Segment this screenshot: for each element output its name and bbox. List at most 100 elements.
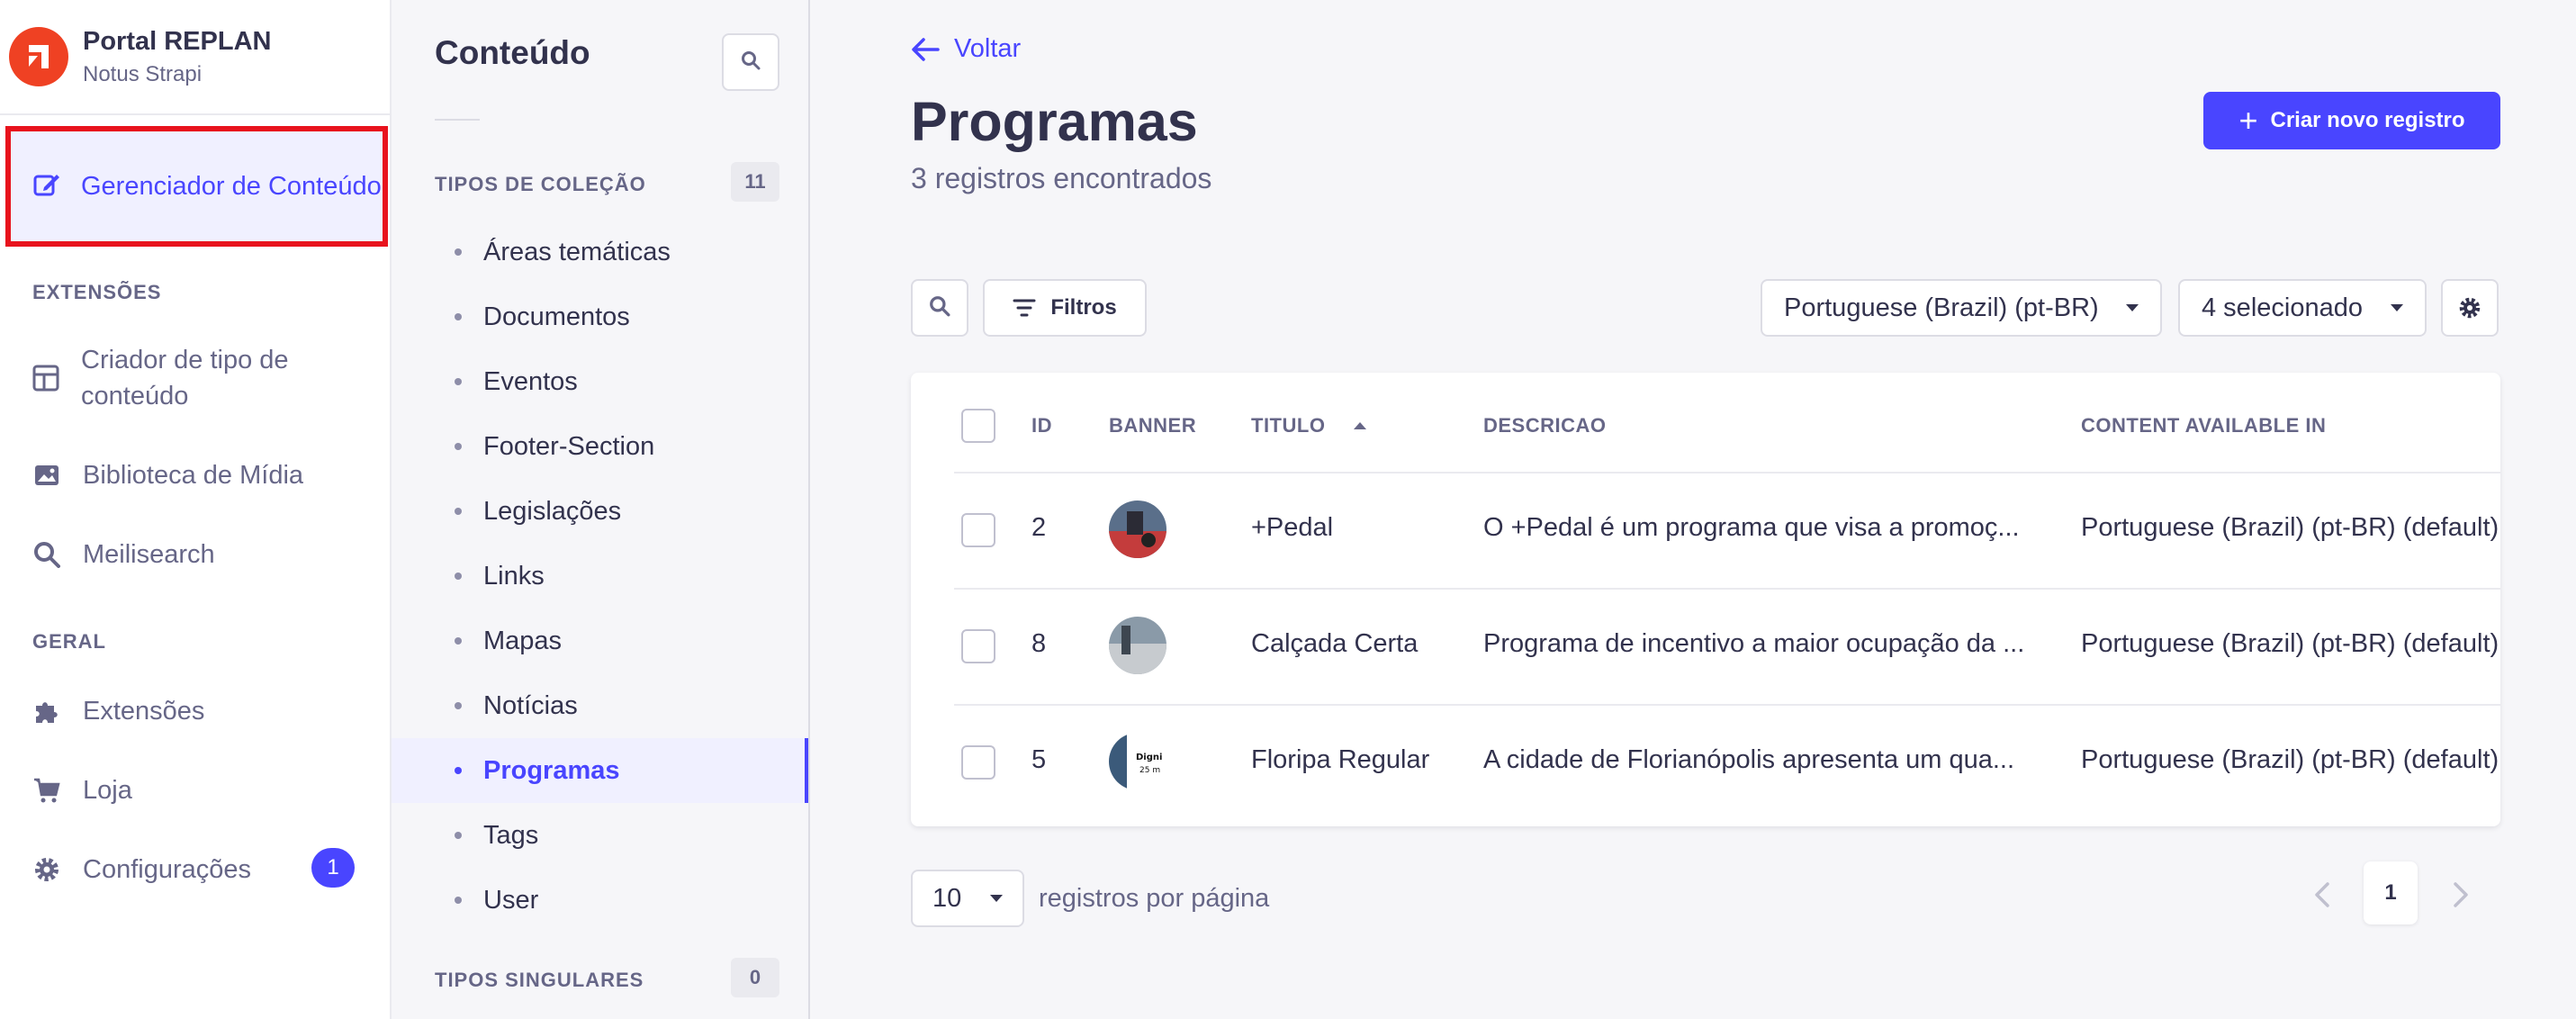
back-link[interactable]: Voltar xyxy=(911,34,1021,64)
image-icon xyxy=(32,461,61,490)
collection-type-item[interactable]: Áreas temáticas xyxy=(392,220,808,284)
next-page-button[interactable] xyxy=(2443,877,2479,913)
table-settings-button[interactable] xyxy=(2441,279,2499,337)
page-size-label: registros por página xyxy=(1039,884,1270,913)
page-title: Programas xyxy=(911,91,1198,152)
collection-type-label: Tags xyxy=(483,820,539,850)
nav-item-label: Extensões xyxy=(83,697,205,726)
collection-type-item[interactable]: Footer-Section xyxy=(392,414,808,479)
previous-page-button[interactable] xyxy=(2304,877,2340,913)
collection-type-item[interactable]: Documentos xyxy=(392,284,808,349)
columns-value: 4 selecionado xyxy=(2202,293,2363,322)
collection-type-label: Legislações xyxy=(483,496,622,526)
collection-type-label: Documentos xyxy=(483,302,630,331)
entries-count: 3 registros encontrados xyxy=(911,162,1212,194)
collection-type-label: Mapas xyxy=(483,626,563,655)
bullet-icon xyxy=(455,248,462,256)
filter-icon xyxy=(1013,299,1036,317)
column-header-titulo[interactable]: TITULO xyxy=(1251,414,1367,437)
collection-types-count: 11 xyxy=(731,162,779,202)
row-checkbox[interactable] xyxy=(961,745,995,780)
sort-ascending-icon xyxy=(1354,422,1367,429)
row-checkbox[interactable] xyxy=(961,629,995,663)
nav-item-plugins[interactable]: Extensões xyxy=(32,693,204,729)
page-size-value: 10 xyxy=(932,883,962,913)
brand-subtitle: Notus Strapi xyxy=(83,61,203,86)
filters-label: Filtros xyxy=(1050,295,1117,320)
page-size-select[interactable]: 10 xyxy=(911,870,1024,927)
search-icon xyxy=(32,540,61,569)
banner-thumbnail xyxy=(1109,500,1166,558)
banner-thumbnail xyxy=(1109,617,1166,674)
puzzle-icon xyxy=(32,697,61,726)
svg-text:Digni: Digni xyxy=(1136,753,1162,762)
collection-type-label: User xyxy=(483,885,539,915)
cell-available-in: Portuguese (Brazil) (pt-BR) (default) xyxy=(2081,513,2499,542)
collection-type-item[interactable]: Legislações xyxy=(392,479,808,544)
nav-section-extensions: EXTENSÕES xyxy=(32,281,162,303)
subnav-search-button[interactable] xyxy=(722,33,779,91)
filters-button[interactable]: Filtros xyxy=(983,279,1147,337)
nav-item-media-library[interactable]: Biblioteca de Mídia xyxy=(32,457,303,493)
bullet-icon xyxy=(455,832,462,839)
cell-descricao: Programa de incentivo a maior ocupação d… xyxy=(1483,629,2025,658)
nav-item-label: Biblioteca de Mídia xyxy=(83,461,304,490)
bullet-icon xyxy=(455,702,462,709)
create-entry-button[interactable]: + Criar novo registro xyxy=(2203,92,2500,149)
bullet-icon xyxy=(455,443,462,450)
table-search-button[interactable] xyxy=(911,279,968,337)
cell-id: 2 xyxy=(1031,513,1047,542)
bullet-icon xyxy=(455,313,462,320)
bullet-icon xyxy=(455,378,462,385)
bullet-icon xyxy=(455,897,462,904)
collection-type-item[interactable]: User xyxy=(392,868,808,933)
nav-item-type-builder[interactable]: Criador de tipo de conteúdo xyxy=(32,342,302,414)
table-row[interactable]: 8 Calçada Certa Programa de incentivo a ma… xyxy=(911,588,2500,704)
nav-item-settings[interactable]: Configurações xyxy=(32,852,251,888)
brand[interactable]: Portal REPLAN Notus Strapi xyxy=(0,0,390,115)
gear-icon xyxy=(32,855,61,884)
locale-value: Portuguese (Brazil) (pt-BR) xyxy=(1784,293,2099,322)
single-types-header: TIPOS SINGULARES xyxy=(435,969,644,991)
bullet-icon xyxy=(455,508,462,515)
nav-item-marketplace[interactable]: Loja xyxy=(32,772,132,808)
collection-type-item[interactable]: Programas xyxy=(392,738,808,803)
collection-type-item[interactable]: Eventos xyxy=(392,349,808,414)
cell-available-in: Portuguese (Brazil) (pt-BR) (default) xyxy=(2081,629,2499,658)
select-all-checkbox[interactable] xyxy=(961,409,995,443)
nav-item-content-manager[interactable]: Gerenciador de Conteúdo xyxy=(5,126,388,247)
table-row[interactable]: 5 Digni 25 m Floripa Regular A cidade de Flo… xyxy=(911,704,2500,820)
page-number-button[interactable]: 1 xyxy=(2364,861,2418,924)
entries-table: ID BANNER TITULO DESCRICAO CONTENT AVAIL… xyxy=(911,373,2500,826)
cell-titulo: +Pedal xyxy=(1251,513,1334,542)
plus-icon: + xyxy=(2238,102,2258,139)
nav-item-meilisearch[interactable]: Meilisearch xyxy=(32,537,215,573)
nav-item-label: Gerenciador de Conteúdo xyxy=(81,172,382,201)
columns-select[interactable]: 4 selecionado xyxy=(2178,279,2427,337)
cell-id: 5 xyxy=(1031,745,1047,774)
collection-type-item[interactable]: Mapas xyxy=(392,609,808,673)
nav-item-label: Configurações xyxy=(83,855,251,884)
collection-types-header: TIPOS DE COLEÇÃO xyxy=(435,173,646,195)
chevron-down-icon xyxy=(990,895,1003,902)
bullet-icon xyxy=(455,573,462,580)
collection-type-item[interactable]: Notícias xyxy=(392,673,808,738)
column-header-id[interactable]: ID xyxy=(1031,414,1052,437)
cell-available-in: Portuguese (Brazil) (pt-BR) (default) xyxy=(2081,745,2499,774)
brand-title: Portal REPLAN xyxy=(83,26,272,56)
main-nav: Portal REPLAN Notus Strapi Gerenciador d… xyxy=(0,0,392,1019)
cart-icon xyxy=(32,776,61,805)
cell-id: 8 xyxy=(1031,629,1047,658)
locale-select[interactable]: Portuguese (Brazil) (pt-BR) xyxy=(1761,279,2162,337)
nav-item-label: Meilisearch xyxy=(83,540,215,569)
back-label: Voltar xyxy=(954,34,1022,63)
table-row[interactable]: 2 +Pedal O +Pedal é um programa que visa a… xyxy=(911,472,2500,588)
cell-descricao: O +Pedal é um programa que visa a promoç… xyxy=(1483,513,2020,542)
column-header-banner[interactable]: BANNER xyxy=(1109,414,1196,437)
collection-type-item[interactable]: Tags xyxy=(392,803,808,868)
collection-type-label: Programas xyxy=(483,755,620,785)
collection-type-item[interactable]: Links xyxy=(392,544,808,609)
row-checkbox[interactable] xyxy=(961,513,995,547)
column-header-descricao[interactable]: DESCRICAO xyxy=(1483,414,1607,437)
column-header-label: TITULO xyxy=(1251,414,1326,437)
